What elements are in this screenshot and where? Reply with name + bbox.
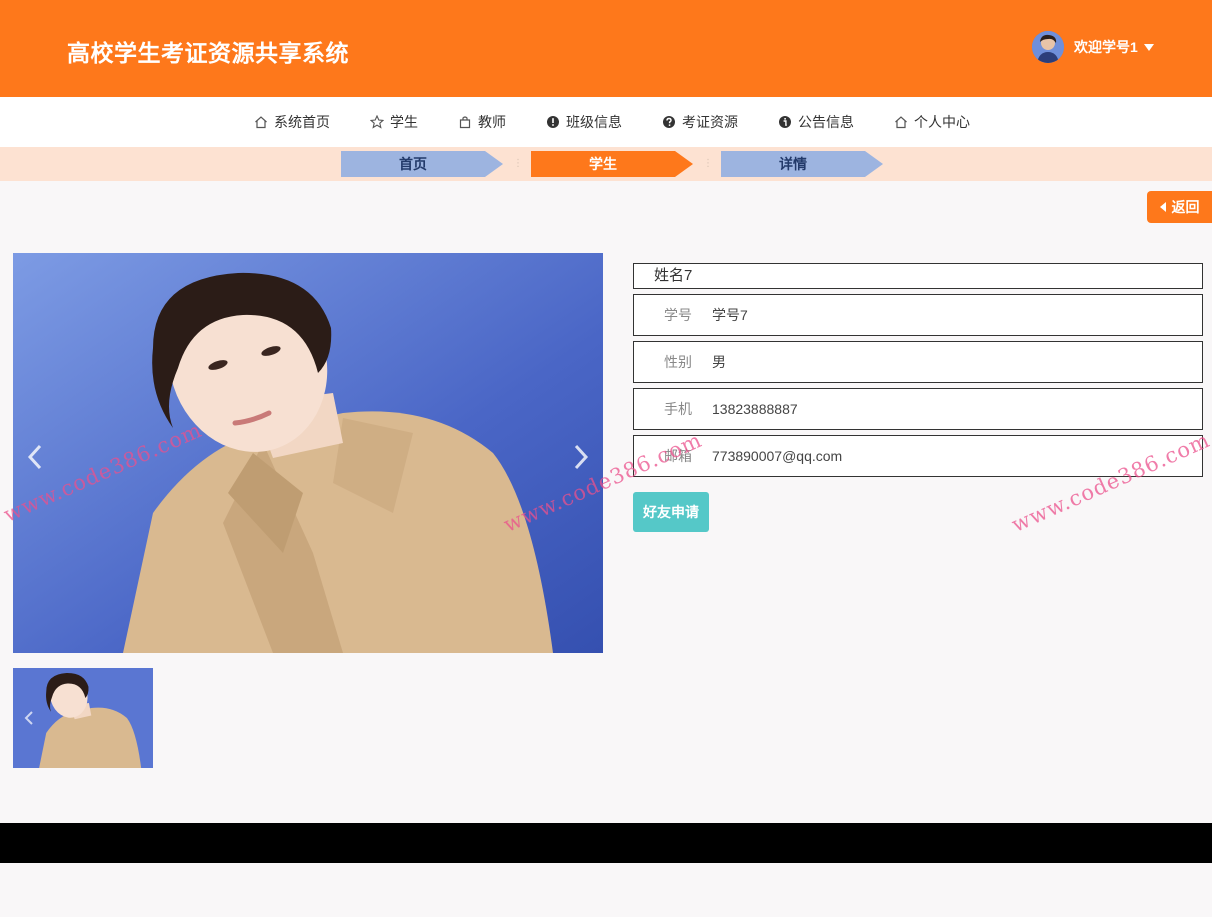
nav-item-label: 班级信息 xyxy=(566,114,622,130)
field-label: 邮箱 xyxy=(664,448,692,464)
star-icon xyxy=(370,115,384,129)
student-name: 姓名7 xyxy=(633,263,1203,289)
nav-item-resources[interactable]: 考证资源 xyxy=(662,97,738,147)
field-student-id: 学号 学号7 xyxy=(633,294,1203,336)
back-button[interactable]: 返回 xyxy=(1147,191,1212,223)
previous-image-arrow[interactable] xyxy=(25,443,45,471)
nav-item-label: 教师 xyxy=(478,114,506,130)
field-gender: 性别 男 xyxy=(633,341,1203,383)
info-circle-icon xyxy=(778,115,792,129)
field-label: 学号 xyxy=(664,307,692,323)
home-icon xyxy=(894,115,908,129)
next-image-arrow[interactable] xyxy=(571,443,591,471)
site-header: 高校学生考证资源共享系统 欢迎学号1 xyxy=(0,0,1212,97)
breadcrumb-home[interactable]: 首页 xyxy=(341,151,503,177)
nav-item-teachers[interactable]: 教师 xyxy=(458,97,506,147)
field-value: 学号7 xyxy=(712,307,748,323)
home-icon xyxy=(254,115,268,129)
nav-item-label: 公告信息 xyxy=(798,114,854,130)
nav-item-classes[interactable]: 班级信息 xyxy=(546,97,622,147)
site-title: 高校学生考证资源共享系统 xyxy=(67,40,349,66)
field-value: 13823888887 xyxy=(712,401,798,417)
exclamation-circle-icon xyxy=(546,115,560,129)
photo-thumbnail[interactable] xyxy=(13,668,153,768)
bag-icon xyxy=(458,115,472,129)
nav-item-profile[interactable]: 个人中心 xyxy=(894,97,970,147)
caret-down-icon xyxy=(1143,43,1154,51)
student-photo xyxy=(13,253,603,653)
nav-item-label: 个人中心 xyxy=(914,114,970,130)
chevron-left-icon xyxy=(23,710,35,726)
welcome-text: 欢迎学号1 xyxy=(1074,39,1138,55)
field-label: 手机 xyxy=(664,401,692,417)
main-nav: 系统首页 学生 教师 班级信息 考证资源 公告信息 个人中心 xyxy=(0,97,1212,147)
breadcrumb-detail: 详情 xyxy=(721,151,883,177)
back-button-label: 返回 xyxy=(1171,199,1200,215)
question-circle-icon xyxy=(662,115,676,129)
user-avatar xyxy=(1032,31,1064,63)
breadcrumb: 首页 ⋮ 学生 ⋮ 详情 xyxy=(0,147,1212,181)
caret-left-icon xyxy=(1159,202,1166,212)
user-menu[interactable]: 欢迎学号1 xyxy=(1032,31,1154,63)
field-value: 男 xyxy=(712,354,726,370)
footer-bar xyxy=(0,823,1212,863)
field-phone: 手机 13823888887 xyxy=(633,388,1203,430)
nav-item-home[interactable]: 系统首页 xyxy=(254,97,330,147)
nav-item-label: 考证资源 xyxy=(682,114,738,130)
nav-item-label: 学生 xyxy=(390,114,418,130)
nav-item-label: 系统首页 xyxy=(274,114,330,130)
field-value: 773890007@qq.com xyxy=(712,448,843,464)
breadcrumb-students[interactable]: 学生 xyxy=(531,151,693,177)
friend-request-button[interactable]: 好友申请 xyxy=(633,492,709,532)
nav-item-students[interactable]: 学生 xyxy=(370,97,418,147)
nav-item-announcements[interactable]: 公告信息 xyxy=(778,97,854,147)
breadcrumb-separator: ⋮ xyxy=(513,158,523,169)
field-label: 性别 xyxy=(664,354,692,370)
breadcrumb-separator: ⋮ xyxy=(703,158,713,169)
field-email: 邮箱 773890007@qq.com xyxy=(633,435,1203,477)
